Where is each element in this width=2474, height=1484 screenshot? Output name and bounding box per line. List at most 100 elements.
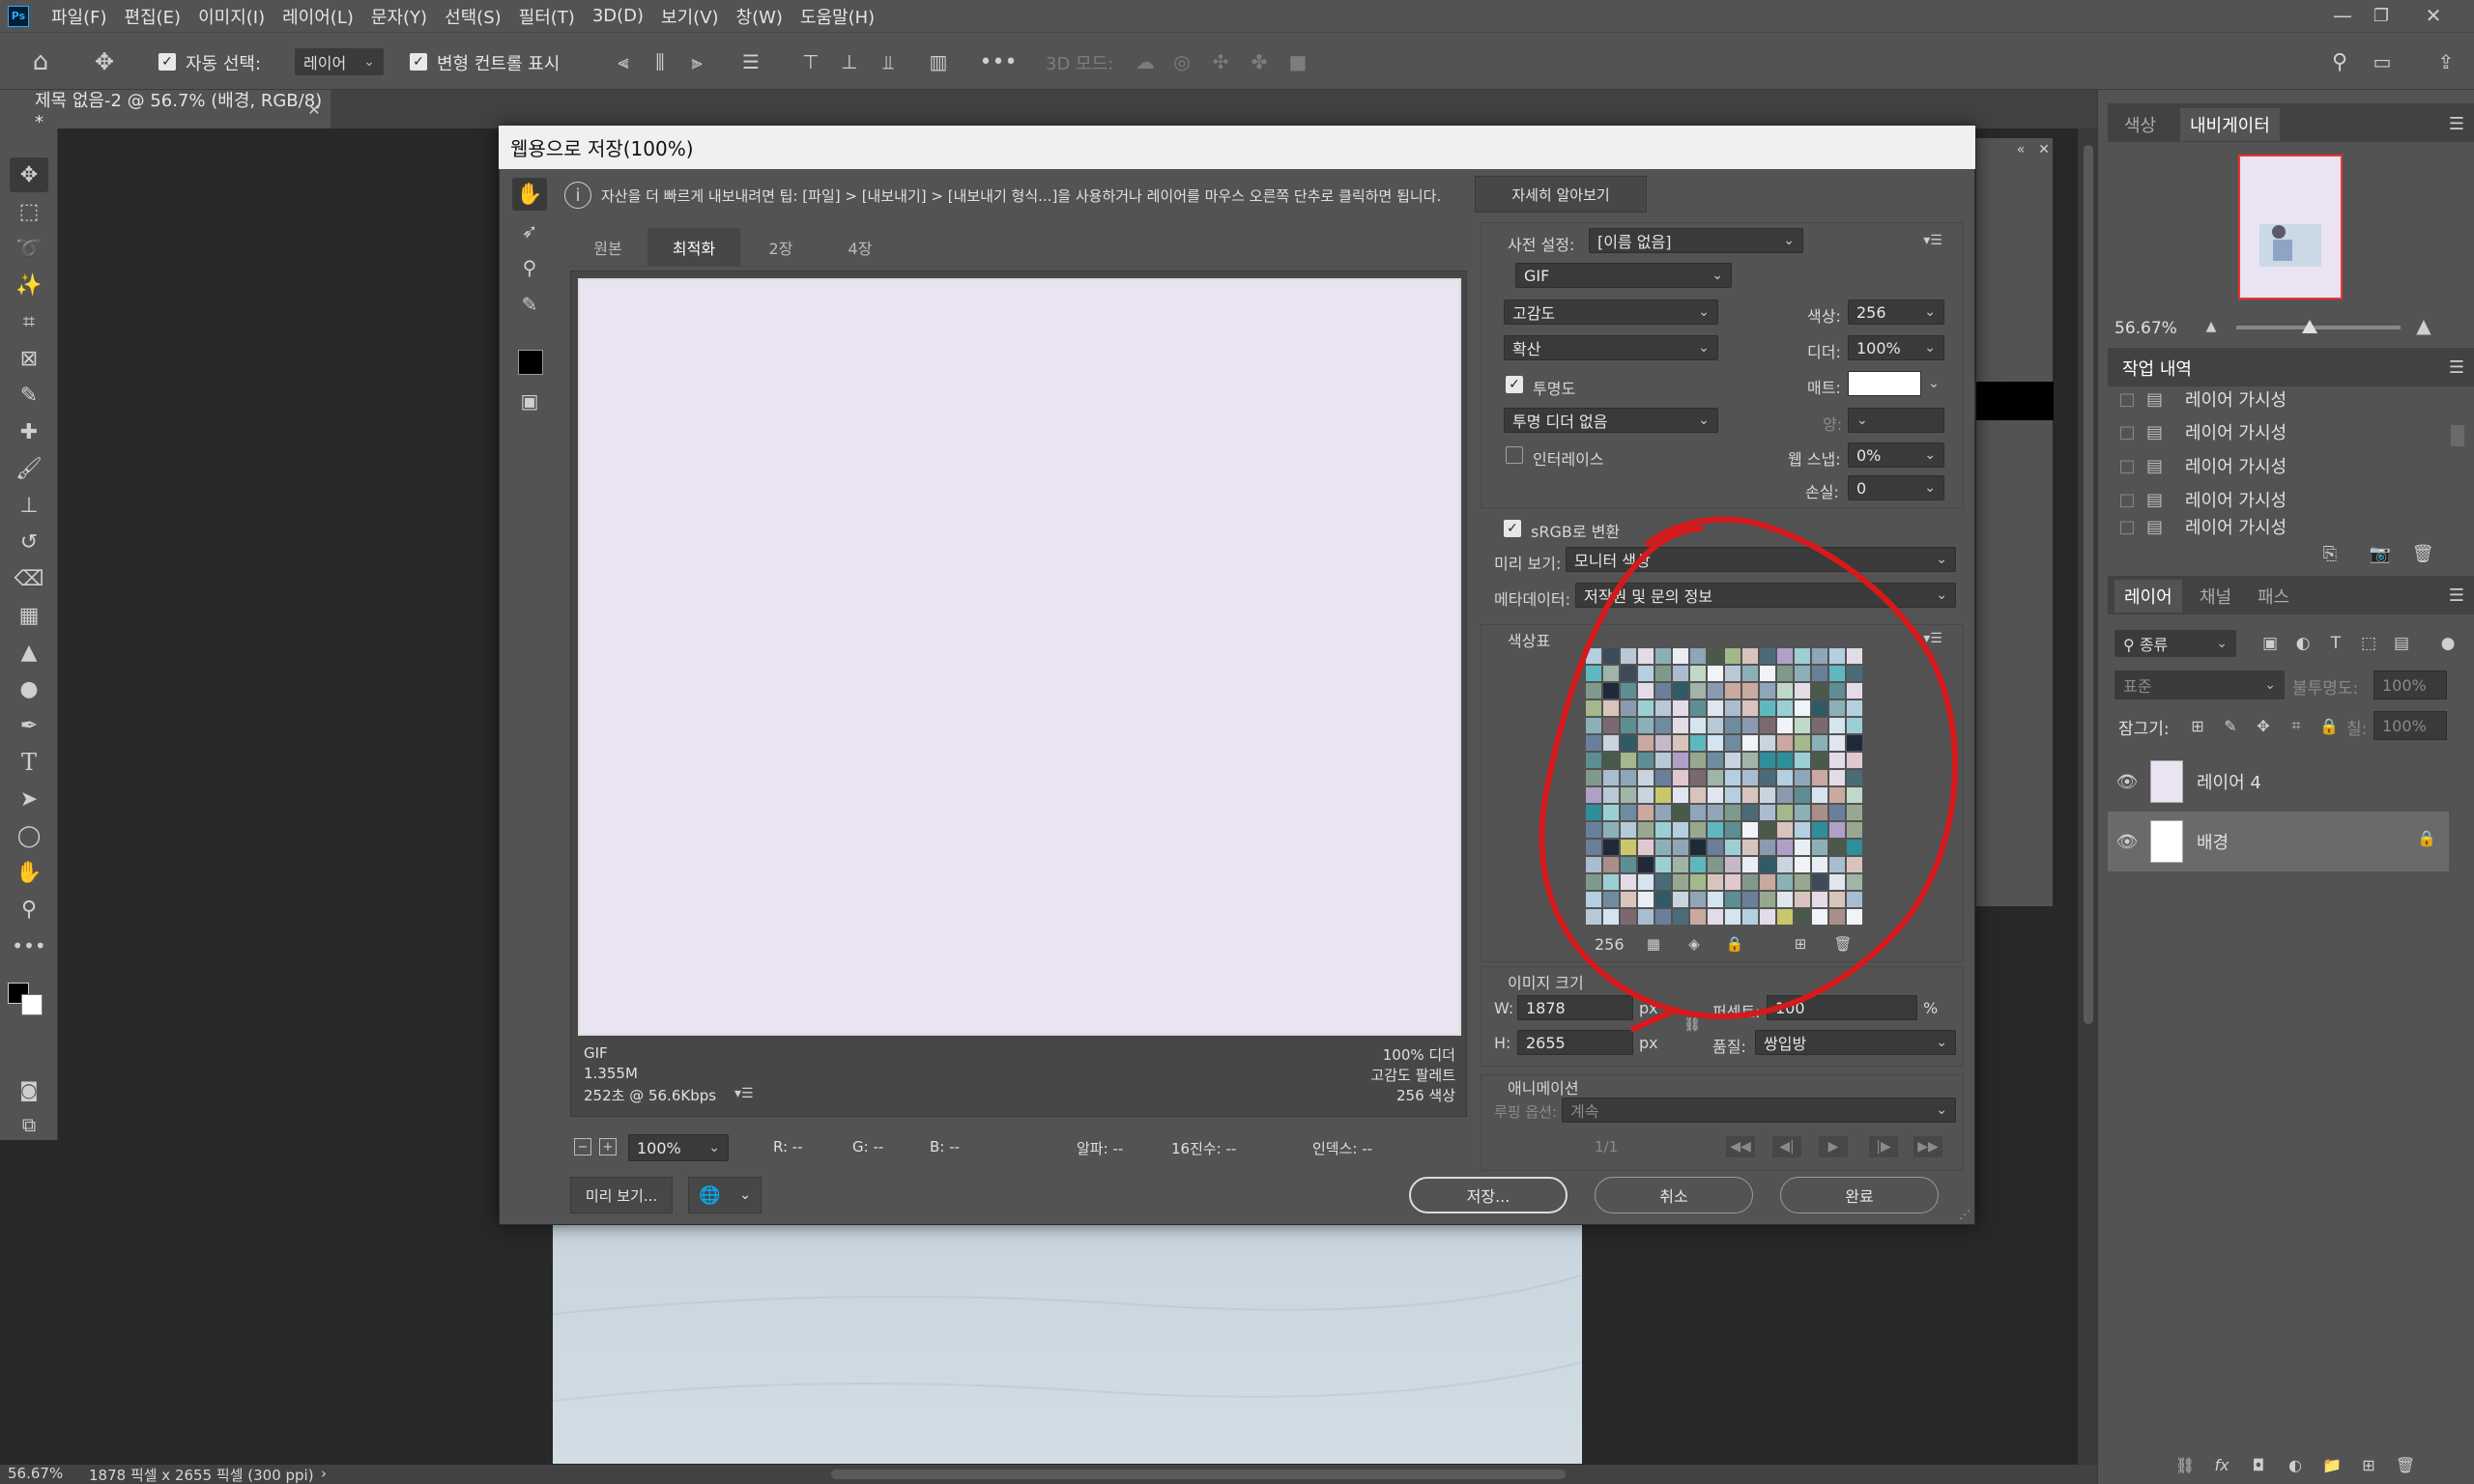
move-tool-icon[interactable]: ✥ xyxy=(10,157,48,192)
cancel-button[interactable]: 취소 xyxy=(1595,1177,1753,1213)
tab-original[interactable]: 원본 xyxy=(570,228,646,267)
color-swatch[interactable] xyxy=(1760,857,1775,872)
color-swatch[interactable] xyxy=(1673,857,1688,872)
color-swatch[interactable] xyxy=(1673,718,1688,733)
color-swatch[interactable] xyxy=(1603,753,1619,768)
color-swatch[interactable] xyxy=(1673,822,1688,838)
color-swatch[interactable] xyxy=(1690,822,1706,838)
color-swatch[interactable] xyxy=(1795,840,1810,855)
color-swatch[interactable] xyxy=(1725,909,1740,925)
color-swatch[interactable] xyxy=(1847,648,1862,664)
file-format-select[interactable]: GIF xyxy=(1515,263,1732,288)
color-swatch[interactable] xyxy=(1586,787,1601,803)
preview-in-browser-button[interactable]: 미리 보기... xyxy=(570,1177,673,1213)
color-swatch[interactable] xyxy=(1742,700,1758,716)
color-swatch[interactable] xyxy=(1847,683,1862,699)
color-swatch[interactable] xyxy=(1603,822,1619,838)
color-swatch[interactable] xyxy=(1690,666,1706,681)
color-swatch[interactable] xyxy=(1760,840,1775,855)
color-swatch[interactable] xyxy=(1777,753,1793,768)
matte-color-swatch[interactable] xyxy=(1848,371,1921,396)
tab-color[interactable]: 색상 xyxy=(2124,112,2156,137)
color-swatch[interactable] xyxy=(1795,648,1810,664)
color-swatch[interactable] xyxy=(1673,753,1688,768)
color-swatch[interactable] xyxy=(1760,909,1775,925)
color-swatch[interactable] xyxy=(1621,700,1636,716)
canvas-vertical-scroll-thumb[interactable] xyxy=(2084,145,2093,1024)
navigator-zoom-value[interactable]: 56.67% xyxy=(2114,319,2177,338)
menu-filter[interactable]: 필터(T) xyxy=(510,4,584,29)
tab-channels[interactable]: 채널 xyxy=(2200,584,2231,609)
color-swatch[interactable] xyxy=(1795,700,1810,716)
color-swatch[interactable] xyxy=(1586,666,1601,681)
color-swatch[interactable] xyxy=(1829,805,1845,820)
color-swatch[interactable] xyxy=(1795,718,1810,733)
visibility-eye-icon[interactable]: 👁 xyxy=(2108,772,2146,792)
color-swatch[interactable] xyxy=(1847,753,1862,768)
healing-brush-tool-icon[interactable]: ✚ xyxy=(10,414,48,449)
color-swatch[interactable] xyxy=(1760,822,1775,838)
type-tool-icon[interactable]: T xyxy=(10,745,48,780)
web-snap-cube-icon[interactable]: ◈ xyxy=(1683,933,1705,955)
layers-panel-menu-icon[interactable]: ☰ xyxy=(2445,584,2468,607)
color-swatch[interactable] xyxy=(1760,770,1775,785)
color-swatch[interactable] xyxy=(1760,753,1775,768)
color-swatch[interactable] xyxy=(1829,700,1845,716)
color-swatch[interactable] xyxy=(1725,892,1740,907)
color-swatch[interactable] xyxy=(1621,718,1636,733)
color-swatch[interactable] xyxy=(1742,770,1758,785)
color-swatch[interactable] xyxy=(1586,805,1601,820)
color-swatch[interactable] xyxy=(1742,909,1758,925)
menu-select[interactable]: 선택(S) xyxy=(436,4,510,29)
color-swatch[interactable] xyxy=(1586,735,1601,751)
status-zoom[interactable]: 56.67% xyxy=(8,1465,63,1482)
color-swatch[interactable] xyxy=(1708,753,1723,768)
color-swatch[interactable] xyxy=(1760,683,1775,699)
color-swatch[interactable] xyxy=(1673,787,1688,803)
layer-name[interactable]: 레이어 4 xyxy=(2197,769,2261,794)
color-swatch[interactable] xyxy=(1621,822,1636,838)
ellipse-tool-icon[interactable]: ◯ xyxy=(10,818,48,853)
color-swatch[interactable] xyxy=(1655,857,1671,872)
color-swatch[interactable] xyxy=(1847,700,1862,716)
history-item[interactable]: □ ▤ 레이어 가시성 xyxy=(2108,415,2446,448)
color-swatch[interactable] xyxy=(1708,822,1723,838)
color-swatch[interactable] xyxy=(1690,770,1706,785)
zoom-out-button[interactable]: − xyxy=(574,1138,591,1156)
edit-toolbar-icon[interactable]: ••• xyxy=(10,928,48,963)
close-document-icon[interactable]: ✕ xyxy=(303,98,325,121)
color-swatch[interactable] xyxy=(1829,874,1845,890)
color-swatch[interactable] xyxy=(1725,683,1740,699)
resize-grip-icon[interactable]: ⋰ xyxy=(1958,1208,1971,1221)
color-swatch[interactable] xyxy=(1638,735,1654,751)
color-swatch[interactable] xyxy=(1690,892,1706,907)
websnap-select[interactable]: 0% xyxy=(1848,442,1944,468)
color-swatch[interactable] xyxy=(1777,909,1793,925)
color-swatch[interactable] xyxy=(1621,909,1636,925)
last-frame-icon[interactable]: ▶▶ xyxy=(1913,1136,1942,1157)
color-swatch[interactable] xyxy=(1742,857,1758,872)
transparency-dither-select[interactable]: 투명 디더 없음 xyxy=(1504,408,1718,433)
color-swatch[interactable] xyxy=(1777,822,1793,838)
color-swatch[interactable] xyxy=(1708,909,1723,925)
lock-transparent-icon[interactable]: ⊞ xyxy=(2186,713,2209,738)
auto-select-target-select[interactable]: 레이어 xyxy=(295,48,384,75)
color-swatch[interactable] xyxy=(1603,909,1619,925)
color-swatch[interactable] xyxy=(1812,874,1827,890)
color-swatch[interactable] xyxy=(1829,753,1845,768)
quick-mask-icon[interactable]: ◙ xyxy=(10,1075,48,1104)
color-swatch[interactable] xyxy=(1690,683,1706,699)
color-swatch[interactable] xyxy=(1621,753,1636,768)
color-swatch[interactable] xyxy=(1638,857,1654,872)
color-swatch[interactable] xyxy=(1847,787,1862,803)
history-panel-menu-icon[interactable]: ☰ xyxy=(2445,356,2468,379)
tab-optimized[interactable]: 최적화 xyxy=(647,228,740,267)
first-frame-icon[interactable]: ◀◀ xyxy=(1726,1136,1755,1157)
color-swatch[interactable] xyxy=(1812,666,1827,681)
color-swatch[interactable] xyxy=(1847,909,1862,925)
color-swatch[interactable] xyxy=(1812,700,1827,716)
learn-more-button[interactable]: 자세히 알아보기 xyxy=(1475,176,1647,213)
color-swatch[interactable] xyxy=(1812,822,1827,838)
color-swatch[interactable] xyxy=(1655,770,1671,785)
restore-icon[interactable]: ❐ xyxy=(2364,4,2399,27)
